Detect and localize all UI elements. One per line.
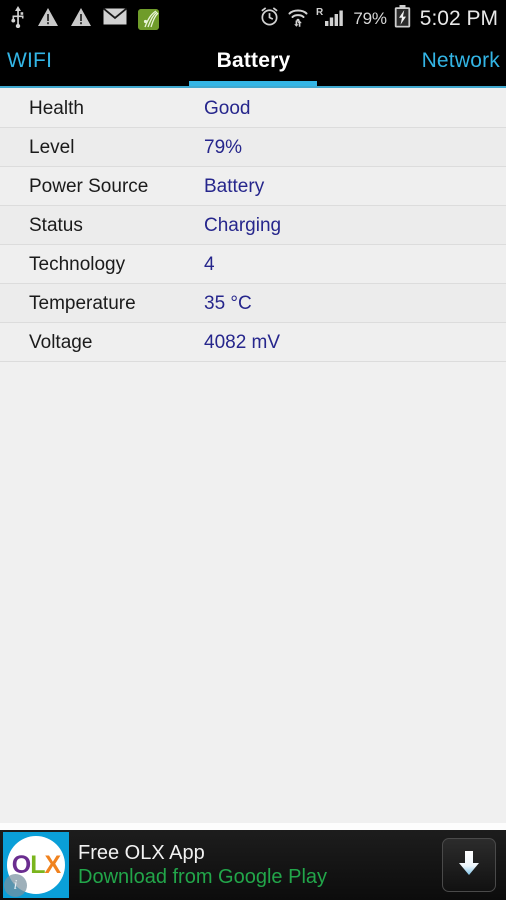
battery-charging-icon bbox=[394, 5, 411, 33]
battery-info-list: Health Good Level 79% Power Source Batte… bbox=[0, 89, 506, 362]
table-row[interactable]: Voltage 4082 mV bbox=[0, 323, 506, 362]
ad-top-strip bbox=[0, 823, 506, 830]
table-row[interactable]: Temperature 35 °C bbox=[0, 284, 506, 323]
row-label: Level bbox=[29, 136, 75, 158]
row-label: Temperature bbox=[29, 292, 136, 314]
tab-battery[interactable]: Battery bbox=[171, 49, 335, 73]
wifi-icon bbox=[287, 6, 309, 32]
svg-text:R: R bbox=[316, 7, 324, 18]
battery-percent-label: 79% bbox=[353, 9, 387, 28]
ad-text-block: Free OLX App Download from Google Play bbox=[78, 842, 327, 888]
olx-letter-x: X bbox=[44, 850, 62, 879]
row-label: Status bbox=[29, 214, 83, 236]
status-bar-left-icons bbox=[10, 5, 159, 33]
ad-app-icon: OLX i bbox=[3, 832, 69, 898]
status-bar-right-icons: R 79% 5:02 PM bbox=[259, 5, 498, 33]
email-envelope-icon bbox=[102, 7, 128, 30]
status-bar: R 79% 5:02 PM bbox=[0, 0, 506, 38]
tab-wifi[interactable]: WIFI bbox=[0, 49, 171, 73]
tab-bar-divider bbox=[0, 86, 506, 88]
table-row[interactable]: Technology 4 bbox=[0, 245, 506, 284]
row-label: Health bbox=[29, 97, 84, 119]
row-label: Technology bbox=[29, 253, 126, 275]
ad-info-icon[interactable]: i bbox=[4, 874, 27, 897]
clock-label: 5:02 PM bbox=[419, 7, 498, 30]
download-arrow-icon bbox=[455, 848, 483, 883]
row-value: Charging bbox=[204, 214, 282, 236]
row-value: 4082 mV bbox=[204, 331, 281, 353]
row-value: Battery bbox=[204, 175, 265, 197]
roaming-signal-icon: R bbox=[316, 6, 346, 32]
app-notification-icon bbox=[138, 8, 159, 30]
usb-icon bbox=[10, 5, 26, 33]
row-value: 4 bbox=[204, 253, 215, 275]
olx-letter-l: L bbox=[30, 850, 45, 879]
table-row[interactable]: Level 79% bbox=[0, 128, 506, 167]
row-label: Power Source bbox=[29, 175, 149, 197]
empty-content-area bbox=[0, 362, 506, 823]
ad-banner[interactable]: OLX i Free OLX App Download from Google … bbox=[0, 830, 506, 900]
table-row[interactable]: Health Good bbox=[0, 89, 506, 128]
ad-title: Free OLX App bbox=[78, 842, 205, 864]
alarm-clock-icon bbox=[259, 6, 280, 32]
ad-subtitle: Download from Google Play bbox=[78, 866, 328, 888]
row-label: Voltage bbox=[29, 331, 93, 353]
warning-triangle-icon bbox=[37, 7, 59, 32]
tab-network[interactable]: Network bbox=[336, 49, 506, 73]
app-screen: R 79% 5:02 PM WIFI Battery Network Healt… bbox=[0, 0, 506, 900]
table-row[interactable]: Status Charging bbox=[0, 206, 506, 245]
ad-download-button[interactable] bbox=[442, 838, 496, 892]
warning-triangle-icon-2 bbox=[70, 7, 92, 32]
table-row[interactable]: Power Source Battery bbox=[0, 167, 506, 206]
row-value: 79% bbox=[204, 136, 243, 158]
row-value: Good bbox=[204, 97, 251, 119]
row-value: 35 °C bbox=[204, 292, 252, 314]
